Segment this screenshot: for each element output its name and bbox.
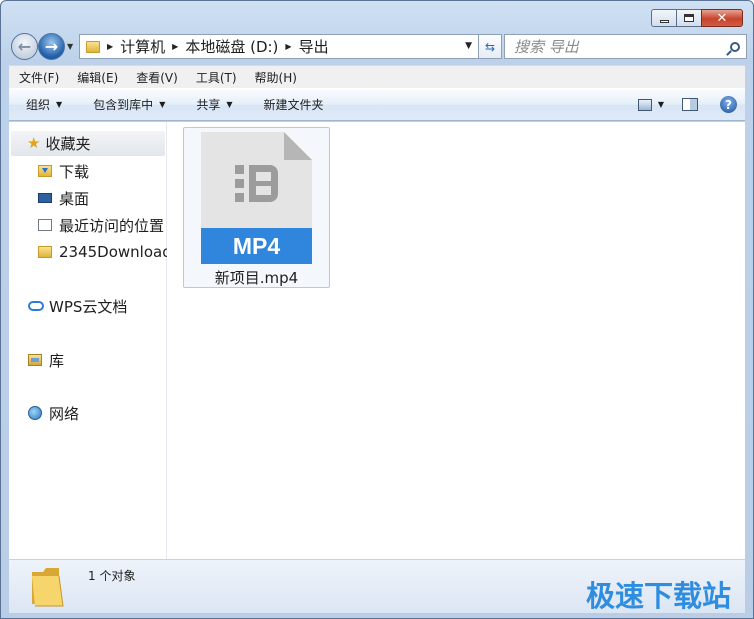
menu-help[interactable]: 帮助(H) bbox=[245, 69, 305, 86]
video-file-icon: MP4 bbox=[201, 132, 312, 264]
status-bar: 1 个对象 极速下载站 bbox=[9, 559, 745, 613]
explorer-window: ✕ ← → ▼ ▶ 计算机 ▶ 本地磁盘 (D:) ▶ 导出 ▼ ⇆ 搜索 导出… bbox=[0, 0, 754, 619]
refresh-icon: ⇆ bbox=[484, 39, 496, 54]
chevron-down-icon: ▼ bbox=[56, 100, 63, 109]
refresh-button[interactable]: ⇆ bbox=[479, 34, 502, 59]
maximize-icon bbox=[684, 14, 694, 22]
menu-view[interactable]: 查看(V) bbox=[126, 69, 186, 86]
organize-label: 组织 bbox=[26, 98, 51, 112]
forward-arrow-icon: → bbox=[44, 36, 59, 56]
library-icon bbox=[28, 354, 42, 366]
organize-button[interactable]: 组织 ▼ bbox=[9, 96, 76, 113]
nav-item-label: 最近访问的位置 bbox=[59, 216, 165, 235]
cloud-icon bbox=[28, 301, 44, 311]
file-type-badge: MP4 bbox=[233, 233, 281, 259]
favorites-header[interactable]: ★ 收藏夹 bbox=[11, 131, 165, 156]
address-bar[interactable]: ▶ 计算机 ▶ 本地磁盘 (D:) ▶ 导出 ▼ bbox=[79, 34, 479, 59]
minimize-icon bbox=[659, 20, 669, 23]
nav-item-recent-places[interactable]: 最近访问的位置 bbox=[9, 213, 167, 237]
breadcrumb-drive[interactable]: 本地磁盘 (D:) bbox=[185, 36, 278, 57]
view-dropdown-icon[interactable]: ▼ bbox=[658, 100, 664, 109]
nav-item-label: 桌面 bbox=[59, 189, 90, 208]
favorites-label: 收藏夹 bbox=[45, 135, 91, 153]
caption-buttons: ✕ bbox=[651, 9, 743, 27]
nav-item-wps-cloud[interactable]: WPS云文档 bbox=[9, 294, 167, 318]
desktop-icon bbox=[38, 193, 52, 203]
include-in-library-button[interactable]: 包含到库中 ▼ bbox=[76, 96, 179, 113]
navigation-pane: ★ 收藏夹 下载 桌面 最近访问的位置 2345Downloads WPS bbox=[9, 122, 167, 559]
nav-item-libraries[interactable]: 库 bbox=[9, 348, 167, 372]
nav-item-label: 网络 bbox=[49, 404, 80, 423]
close-button[interactable]: ✕ bbox=[701, 9, 743, 27]
nav-item-2345downloads[interactable]: 2345Downloads bbox=[9, 240, 167, 264]
help-icon[interactable]: ? bbox=[720, 96, 737, 113]
search-placeholder: 搜索 导出 bbox=[514, 38, 579, 56]
nav-item-label: 库 bbox=[49, 351, 65, 370]
share-button[interactable]: 共享 ▼ bbox=[179, 96, 246, 113]
new-folder-label: 新建文件夹 bbox=[263, 98, 324, 112]
close-icon: ✕ bbox=[716, 10, 728, 26]
folder-icon bbox=[29, 566, 67, 608]
breadcrumb-folder[interactable]: 导出 bbox=[299, 36, 329, 57]
chevron-right-icon[interactable]: ▶ bbox=[172, 42, 178, 51]
status-item-count: 1 个对象 bbox=[88, 569, 136, 583]
share-label: 共享 bbox=[196, 98, 221, 112]
content-area: ★ 收藏夹 下载 桌面 最近访问的位置 2345Downloads WPS bbox=[9, 122, 745, 559]
search-icon[interactable] bbox=[730, 41, 740, 52]
forward-button[interactable]: → bbox=[38, 33, 65, 60]
maximize-button[interactable] bbox=[676, 9, 702, 27]
nav-item-label: 下载 bbox=[59, 162, 90, 181]
change-view-icon[interactable] bbox=[637, 98, 652, 111]
watermark-text: 极速下载站 bbox=[585, 579, 731, 613]
new-folder-button[interactable]: 新建文件夹 bbox=[247, 96, 338, 113]
preview-pane-icon[interactable] bbox=[682, 98, 698, 111]
nav-item-label: 2345Downloads bbox=[59, 243, 167, 261]
command-bar: 组织 ▼ 包含到库中 ▼ 共享 ▼ 新建文件夹 ▼ ? bbox=[9, 88, 745, 121]
chevron-right-icon[interactable]: ▶ bbox=[107, 42, 113, 51]
file-list: MP4 新项目.mp4 bbox=[167, 122, 745, 559]
address-dropdown-icon[interactable]: ▼ bbox=[465, 41, 472, 51]
navigation-row: ← → ▼ ▶ 计算机 ▶ 本地磁盘 (D:) ▶ 导出 ▼ ⇆ 搜索 导出 bbox=[9, 32, 747, 62]
menu-bar: 文件(F) 编辑(E) 查看(V) 工具(T) 帮助(H) bbox=[9, 65, 745, 88]
search-input[interactable]: 搜索 导出 bbox=[504, 34, 747, 59]
nav-item-desktop[interactable]: 桌面 bbox=[9, 186, 167, 210]
breadcrumb-computer[interactable]: 计算机 bbox=[120, 36, 165, 57]
chevron-down-icon: ▼ bbox=[159, 100, 166, 109]
recent-places-icon bbox=[38, 219, 52, 231]
chevron-down-icon: ▼ bbox=[226, 100, 233, 109]
menu-edit[interactable]: 编辑(E) bbox=[67, 69, 126, 86]
view-controls: ▼ ? bbox=[637, 96, 737, 113]
menu-tools[interactable]: 工具(T) bbox=[186, 69, 245, 86]
star-icon: ★ bbox=[27, 134, 41, 152]
include-label: 包含到库中 bbox=[93, 98, 154, 112]
nav-item-network[interactable]: 网络 bbox=[9, 401, 167, 425]
nav-item-downloads[interactable]: 下载 bbox=[9, 159, 167, 183]
menu-file[interactable]: 文件(F) bbox=[9, 69, 67, 86]
back-button[interactable]: ← bbox=[11, 33, 38, 60]
network-icon bbox=[28, 406, 42, 420]
nav-item-label: WPS云文档 bbox=[49, 297, 128, 316]
chevron-right-icon[interactable]: ▶ bbox=[285, 42, 291, 51]
folder-icon bbox=[38, 246, 52, 258]
folder-icon bbox=[86, 40, 100, 53]
file-name: 新项目.mp4 bbox=[214, 269, 299, 287]
history-dropdown-icon[interactable]: ▼ bbox=[67, 42, 73, 51]
back-arrow-icon: ← bbox=[17, 36, 32, 56]
downloads-folder-icon bbox=[38, 165, 52, 177]
file-item[interactable]: MP4 新项目.mp4 bbox=[183, 127, 330, 288]
minimize-button[interactable] bbox=[651, 9, 677, 27]
